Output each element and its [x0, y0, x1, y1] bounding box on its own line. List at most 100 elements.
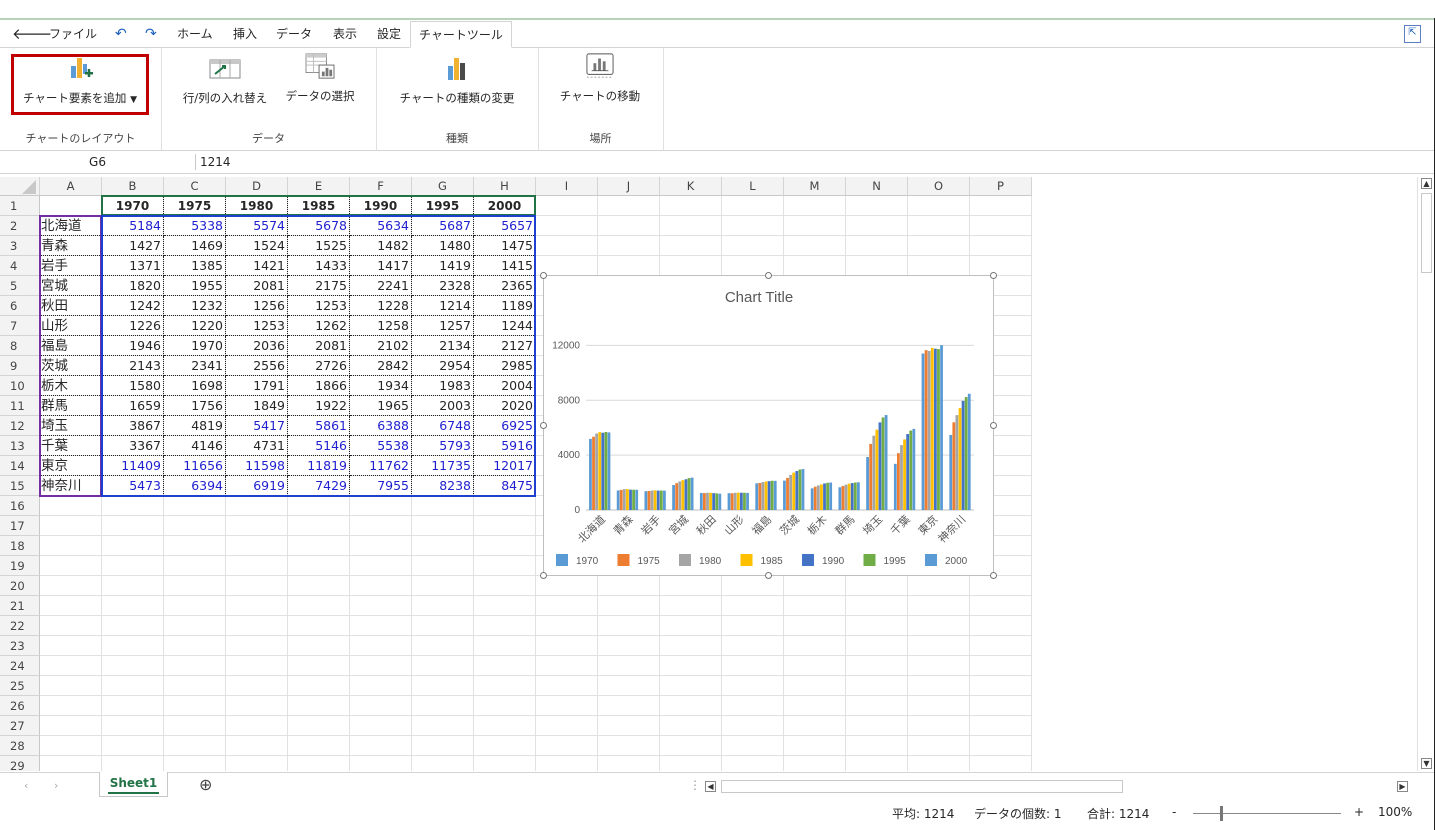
column-header-e[interactable]: E	[288, 177, 350, 196]
row-header[interactable]: 16	[0, 496, 40, 516]
prefecture-cell[interactable]: 山形	[40, 316, 102, 336]
bar-2000-0[interactable]	[607, 432, 611, 510]
column-header-m[interactable]: M	[784, 177, 846, 196]
header-cell[interactable]: 1980	[226, 196, 288, 216]
row-header[interactable]: 15	[0, 476, 40, 496]
prefecture-cell[interactable]: 埼玉	[40, 416, 102, 436]
legend-label[interactable]: 1970	[576, 556, 599, 567]
value-cell[interactable]: 5861	[288, 416, 350, 436]
value-cell[interactable]: 2020	[474, 396, 536, 416]
value-cell[interactable]: 2004	[474, 376, 536, 396]
undo-icon[interactable]: ↶	[115, 21, 127, 47]
bar-1970-2[interactable]	[644, 491, 648, 510]
value-cell[interactable]: 1820	[102, 276, 164, 296]
scroll-right-icon[interactable]: ▶	[1397, 781, 1408, 792]
bar-1970-0[interactable]	[589, 438, 592, 510]
zoom-slider[interactable]	[1193, 813, 1341, 814]
bar-1980-10[interactable]	[872, 435, 876, 510]
bar-1980-1[interactable]	[622, 489, 626, 510]
bar-1990-9[interactable]	[850, 483, 854, 510]
horizontal-scroll-thumb[interactable]	[721, 780, 1123, 793]
bar-1985-1[interactable]	[626, 489, 629, 510]
back-arrow-icon[interactable]: 🡐	[12, 21, 52, 47]
value-cell[interactable]: 1256	[226, 296, 288, 316]
value-cell[interactable]: 1421	[226, 256, 288, 276]
legend-label[interactable]: 2000	[945, 556, 968, 567]
value-cell[interactable]: 4819	[164, 416, 226, 436]
bar-1975-8[interactable]	[813, 486, 817, 510]
bar-1975-6[interactable]	[758, 482, 762, 510]
value-cell[interactable]: 1524	[226, 236, 288, 256]
value-cell[interactable]: 2081	[226, 276, 288, 296]
value-cell[interactable]: 1232	[164, 296, 226, 316]
bar-1975-3[interactable]	[675, 483, 679, 510]
header-cell[interactable]: 1995	[412, 196, 474, 216]
value-cell[interactable]: 5574	[226, 216, 288, 236]
value-cell[interactable]: 1469	[164, 236, 226, 256]
chart-resize-handle-tr[interactable]	[990, 272, 997, 279]
scroll-up-icon[interactable]: ▲	[1421, 178, 1432, 189]
zoom-slider-thumb[interactable]	[1220, 806, 1223, 821]
bar-2000-8[interactable]	[829, 482, 833, 510]
value-cell[interactable]: 2127	[474, 336, 536, 356]
bar-1985-6[interactable]	[764, 481, 768, 510]
column-header-c[interactable]: C	[164, 177, 226, 196]
bar-1990-2[interactable]	[656, 490, 660, 510]
value-cell[interactable]: 2081	[288, 336, 350, 356]
row-header[interactable]: 9	[0, 356, 40, 376]
row-header[interactable]: 12	[0, 416, 40, 436]
bar-1975-7[interactable]	[786, 477, 789, 510]
value-cell[interactable]: 1946	[102, 336, 164, 356]
value-cell[interactable]: 1922	[288, 396, 350, 416]
value-cell[interactable]: 1791	[226, 376, 288, 396]
row-header[interactable]: 2	[0, 216, 40, 236]
bar-1995-6[interactable]	[770, 480, 774, 510]
bar-1985-0[interactable]	[598, 432, 602, 510]
bar-1985-7[interactable]	[792, 472, 796, 510]
value-cell[interactable]: 1698	[164, 376, 226, 396]
value-cell[interactable]: 6919	[226, 476, 288, 496]
bar-1990-11[interactable]	[906, 434, 910, 510]
bar-1990-6[interactable]	[767, 481, 771, 510]
column-header-f[interactable]: F	[350, 177, 412, 196]
bar-1985-11[interactable]	[903, 439, 906, 510]
row-header[interactable]: 13	[0, 436, 40, 456]
bar-1980-2[interactable]	[650, 490, 654, 510]
value-cell[interactable]: 11762	[350, 456, 412, 476]
bar-2000-11[interactable]	[912, 428, 916, 510]
row-header[interactable]: 8	[0, 336, 40, 356]
bar-1980-11[interactable]	[900, 445, 903, 510]
value-cell[interactable]: 3867	[102, 416, 164, 436]
bar-1970-11[interactable]	[893, 463, 897, 510]
bar-1970-13[interactable]	[949, 434, 953, 510]
column-header-d[interactable]: D	[226, 177, 288, 196]
bar-2000-5[interactable]	[746, 492, 749, 510]
value-cell[interactable]: 1189	[474, 296, 536, 316]
bar-1975-2[interactable]	[647, 491, 651, 510]
bar-1980-5[interactable]	[733, 492, 737, 510]
bar-1990-5[interactable]	[739, 492, 743, 510]
bar-1980-0[interactable]	[595, 433, 599, 510]
bar-1975-1[interactable]	[619, 489, 623, 510]
chart-resize-handle-r[interactable]	[990, 422, 997, 429]
row-header[interactable]: 26	[0, 696, 40, 716]
header-cell[interactable]: 1975	[164, 196, 226, 216]
column-header-k[interactable]: K	[660, 177, 722, 196]
column-header-j[interactable]: J	[598, 177, 660, 196]
prefecture-cell[interactable]: 群馬	[40, 396, 102, 416]
chart-resize-handle-l[interactable]	[540, 422, 547, 429]
value-cell[interactable]: 1242	[102, 296, 164, 316]
bar-1980-3[interactable]	[678, 481, 682, 510]
value-cell[interactable]: 11656	[164, 456, 226, 476]
value-cell[interactable]: 1955	[164, 276, 226, 296]
header-cell[interactable]: 1990	[350, 196, 412, 216]
bar-1970-8[interactable]	[810, 488, 814, 510]
row-header[interactable]: 14	[0, 456, 40, 476]
bar-1970-7[interactable]	[783, 480, 786, 510]
prefecture-cell[interactable]: 福島	[40, 336, 102, 356]
value-cell[interactable]: 1983	[412, 376, 474, 396]
column-header-g[interactable]: G	[412, 177, 474, 196]
value-cell[interactable]: 6748	[412, 416, 474, 436]
value-cell[interactable]: 5793	[412, 436, 474, 456]
bar-1980-4[interactable]	[706, 492, 709, 510]
